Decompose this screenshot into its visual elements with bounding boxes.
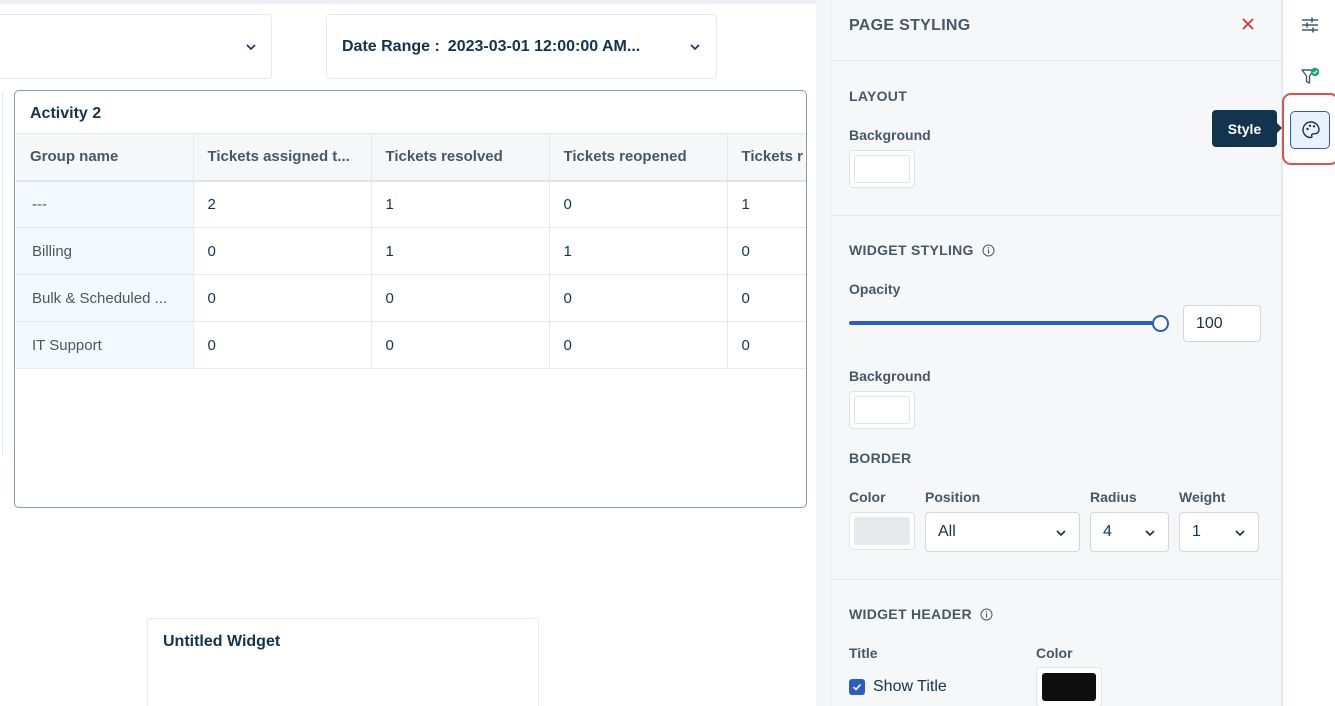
filter-check-icon[interactable]: [1299, 66, 1321, 88]
filter-dropdown[interactable]: [0, 14, 272, 79]
table-cell: 0: [193, 227, 372, 275]
header-color-swatch[interactable]: [1036, 667, 1102, 706]
style-tooltip: Style: [1212, 110, 1277, 147]
table-cell: 0: [549, 274, 728, 322]
panel-title: PAGE STYLING: [849, 17, 971, 34]
table-row: --- 2 1 0 1: [16, 180, 806, 228]
border-section-title: BORDER: [849, 450, 911, 466]
chevron-down-icon: [1235, 530, 1245, 537]
show-title-checkbox[interactable]: [849, 679, 865, 695]
layout-background-label: Background: [849, 127, 931, 143]
canvas-top-border: [0, 0, 816, 4]
border-weight-select[interactable]: 1: [1179, 512, 1259, 552]
table-cell: 0: [371, 321, 550, 369]
opacity-slider-thumb[interactable]: [1152, 315, 1169, 332]
widget-background-swatch[interactable]: [849, 391, 915, 429]
header-title-label: Title: [849, 645, 878, 661]
border-position-value: All: [938, 523, 956, 540]
untitled-widget[interactable]: Untitled Widget: [147, 618, 539, 706]
opacity-label: Opacity: [849, 281, 901, 297]
column-header[interactable]: Tickets assigned t...: [193, 133, 372, 182]
table-row: Billing 0 1 1 0: [16, 227, 806, 275]
opacity-slider-track[interactable]: [849, 321, 1160, 325]
table-cell: 1: [371, 227, 550, 275]
layout-background-swatch[interactable]: [849, 150, 915, 188]
table-scroll-area[interactable]: Group name Tickets assigned t... Tickets…: [16, 133, 806, 371]
sliders-icon[interactable]: [1299, 14, 1321, 36]
chevron-down-icon: [690, 44, 700, 51]
column-header[interactable]: Tickets resolved: [371, 133, 550, 182]
border-position-select[interactable]: All: [925, 512, 1080, 552]
border-color-label: Color: [849, 489, 886, 505]
section-divider: [832, 215, 1281, 216]
widget-header-section-title: WIDGET HEADER: [849, 606, 993, 622]
widget-header-title-text: WIDGET HEADER: [849, 606, 972, 622]
activity-table: Group name Tickets assigned t... Tickets…: [16, 133, 806, 369]
column-header[interactable]: Tickets r: [727, 133, 806, 182]
border-color-swatch[interactable]: [849, 512, 915, 550]
table-cell: 0: [371, 274, 550, 322]
border-weight-label: Weight: [1179, 489, 1226, 505]
table-header-row: Group name Tickets assigned t... Tickets…: [16, 133, 806, 182]
info-icon[interactable]: [980, 608, 993, 621]
close-icon[interactable]: [1241, 17, 1255, 31]
border-title-text: BORDER: [849, 450, 912, 466]
table-cell: Billing: [16, 227, 194, 275]
swatch-color: [854, 155, 910, 183]
tooltip-arrow: [1276, 122, 1282, 134]
table-cell: 2: [193, 180, 372, 228]
swatch-color: [1042, 673, 1096, 701]
canvas-gutter: [816, 0, 831, 706]
table-cell: 0: [549, 321, 728, 369]
style-button-highlight: [1282, 93, 1335, 165]
table-cell: 0: [727, 321, 806, 369]
chevron-down-icon: [1145, 530, 1155, 537]
widget-background-label: Background: [849, 368, 931, 384]
widget-title: Untitled Widget: [163, 633, 281, 650]
table-cell: 0: [193, 321, 372, 369]
border-weight-value: 1: [1192, 523, 1201, 540]
chevron-down-icon: [246, 44, 256, 51]
table-row: IT Support 0 0 0 0: [16, 321, 806, 369]
info-icon[interactable]: [982, 244, 995, 257]
table-cell: 0: [193, 274, 372, 322]
table-cell: IT Support: [16, 321, 194, 369]
column-header[interactable]: Tickets reopened: [549, 133, 728, 182]
opacity-input[interactable]: 100: [1183, 305, 1261, 342]
section-divider: [832, 579, 1281, 580]
table-cell: 1: [371, 180, 550, 228]
border-position-label: Position: [925, 489, 981, 505]
activity-widget[interactable]: Activity 2 Group name Tickets assigned t…: [14, 90, 807, 508]
adjacent-widget-edge: [0, 92, 3, 456]
swatch-color: [854, 517, 910, 545]
panel-header: PAGE STYLING: [832, 0, 1281, 61]
page-styling-panel: PAGE STYLING LAYOUT Background WIDGET ST…: [831, 0, 1282, 706]
table-cell: 0: [727, 274, 806, 322]
layout-title-text: LAYOUT: [849, 88, 908, 104]
table-row: Bulk & Scheduled ... 0 0 0 0: [16, 274, 806, 322]
date-range-filter[interactable]: Date Range : 2023-03-01 12:00:00 AM...: [326, 14, 717, 79]
table-cell: 1: [727, 180, 806, 228]
border-radius-label: Radius: [1090, 489, 1137, 505]
widget-styling-section-title: WIDGET STYLING: [849, 242, 995, 258]
layout-section-title: LAYOUT: [849, 88, 907, 104]
widget-styling-title-text: WIDGET STYLING: [849, 242, 974, 258]
show-title-label[interactable]: Show Title: [873, 678, 947, 696]
border-radius-value: 4: [1103, 523, 1112, 540]
check-icon: [852, 683, 862, 691]
dashboard-canvas: Date Range : 2023-03-01 12:00:00 AM... A…: [0, 0, 816, 706]
swatch-color: [854, 396, 910, 424]
date-range-value: 2023-03-01 12:00:00 AM...: [447, 37, 641, 55]
date-range-label: Date Range :: [342, 37, 440, 55]
widget-title: Activity 2: [30, 105, 102, 122]
table-cell: 1: [549, 227, 728, 275]
table-cell: Bulk & Scheduled ...: [16, 274, 194, 322]
table-cell: ---: [16, 180, 194, 228]
header-color-label: Color: [1036, 645, 1073, 661]
table-cell: 0: [727, 227, 806, 275]
border-radius-select[interactable]: 4: [1090, 512, 1169, 552]
column-header[interactable]: Group name: [16, 133, 194, 182]
table-cell: 0: [549, 180, 728, 228]
chevron-down-icon: [1056, 530, 1066, 537]
